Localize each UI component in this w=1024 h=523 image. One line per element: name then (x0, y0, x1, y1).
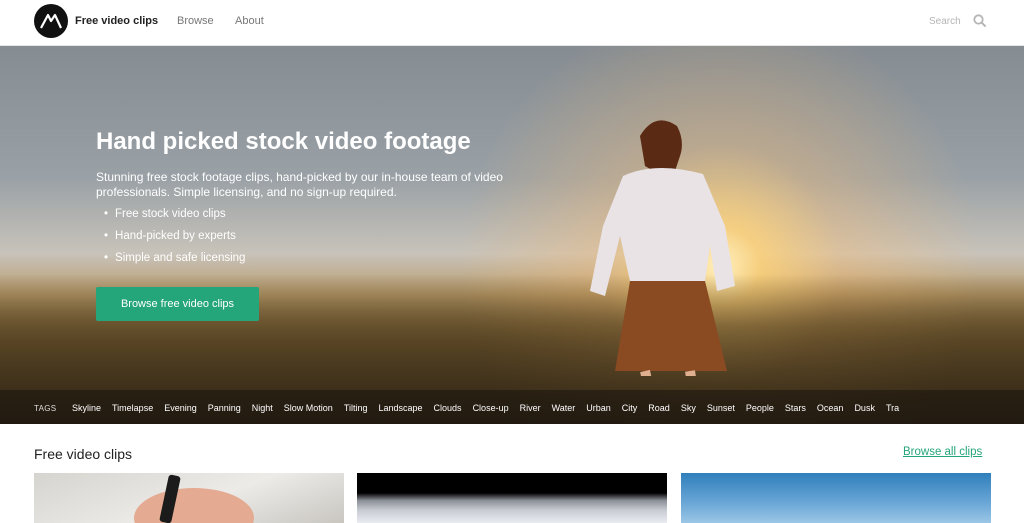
feature-item: Free stock video clips (104, 206, 245, 228)
video-thumbnail[interactable] (357, 473, 667, 523)
tag-item[interactable]: Urban (586, 403, 611, 413)
browse-all-link[interactable]: Browse all clips (903, 446, 982, 458)
section-title: Free video clips (34, 446, 133, 462)
tag-item[interactable]: Water (552, 403, 576, 413)
tag-item[interactable]: Tilting (344, 403, 368, 413)
tag-item[interactable]: Clouds (434, 403, 462, 413)
nav-link-about[interactable]: About (235, 15, 264, 27)
logo-icon[interactable] (34, 4, 68, 38)
tag-item[interactable]: People (746, 403, 774, 413)
woman-in-field-image (590, 120, 735, 376)
video-thumbnail[interactable] (681, 473, 991, 523)
search-icon[interactable] (973, 14, 987, 28)
tag-item[interactable]: Night (252, 403, 273, 413)
hand-with-pen-image (134, 474, 254, 523)
tag-item[interactable]: Sky (681, 403, 696, 413)
hero-feature-list: Free stock video clips Hand-picked by ex… (104, 206, 245, 272)
tag-item[interactable]: City (622, 403, 638, 413)
tag-item[interactable]: Evening (164, 403, 197, 413)
tag-item[interactable]: Stars (785, 403, 806, 413)
tags-label: TAGS (34, 404, 57, 413)
tag-item[interactable]: Skyline (72, 403, 101, 413)
tag-bar: TAGS Skyline Timelapse Evening Panning Night… (0, 390, 1024, 424)
feature-item: Simple and safe licensing (104, 250, 245, 272)
tag-item[interactable]: Sunset (707, 403, 735, 413)
video-thumbnail[interactable] (34, 473, 344, 523)
nav-link-browse[interactable]: Browse (177, 15, 214, 27)
search-input[interactable]: Search (929, 16, 961, 27)
tag-item[interactable]: River (520, 403, 541, 413)
brand-name[interactable]: Free video clips (75, 15, 158, 27)
browse-clips-button[interactable]: Browse free video clips (96, 287, 259, 321)
tag-item[interactable]: Ocean (817, 403, 844, 413)
hero-description: Stunning free stock footage clips, hand-… (96, 170, 503, 199)
feature-item: Hand-picked by experts (104, 228, 245, 250)
tag-item[interactable]: Close-up (473, 403, 509, 413)
top-nav: Free video clips Browse About Search (0, 0, 1024, 46)
tag-item[interactable]: Panning (208, 403, 241, 413)
tag-item[interactable]: Timelapse (112, 403, 153, 413)
hero-title: Hand picked stock video footage (96, 128, 471, 155)
tag-item[interactable]: Dusk (854, 403, 875, 413)
tag-item[interactable]: Tra (886, 403, 899, 413)
tag-item[interactable]: Road (648, 403, 670, 413)
hero-banner: Hand picked stock video footage Stunning… (0, 46, 1024, 424)
tag-list: Skyline Timelapse Evening Panning Night Slow … (72, 403, 910, 413)
tag-item[interactable]: Slow Motion (284, 403, 333, 413)
tag-item[interactable]: Landscape (379, 403, 423, 413)
